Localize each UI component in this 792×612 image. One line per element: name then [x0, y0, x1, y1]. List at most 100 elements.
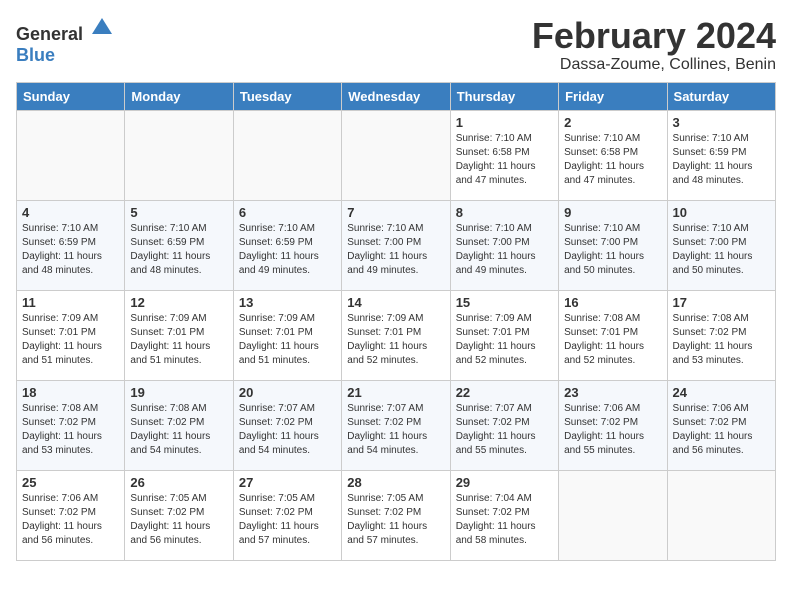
- day-cell: 4 Sunrise: 7:10 AM Sunset: 6:59 PM Daylig…: [17, 200, 125, 290]
- week-row-3: 11 Sunrise: 7:09 AM Sunset: 7:01 PM Dayli…: [17, 290, 776, 380]
- day-info: Sunrise: 7:08 AM Sunset: 7:02 PM Dayligh…: [673, 312, 770, 368]
- day-header-sunday: Sunday: [17, 82, 125, 110]
- week-row-2: 4 Sunrise: 7:10 AM Sunset: 6:59 PM Daylig…: [17, 200, 776, 290]
- day-cell: 2Sunrise: 7:10 AM Sunset: 6:58 PM Daylig…: [559, 110, 667, 200]
- calendar-table: SundayMondayTuesdayWednesdayThursdayFrid…: [16, 82, 776, 561]
- day-number: 9: [564, 205, 661, 220]
- day-number: 4: [22, 205, 119, 220]
- day-number: 10: [673, 205, 770, 220]
- day-info: Sunrise: 7:09 AM Sunset: 7:01 PM Dayligh…: [130, 312, 227, 368]
- day-number: 17: [673, 295, 770, 310]
- day-cell: 26 Sunrise: 7:05 AM Sunset: 7:02 PM Dayli…: [125, 470, 233, 560]
- day-info: Sunrise: 7:10 AM Sunset: 6:59 PM Dayligh…: [673, 132, 770, 188]
- day-cell: 17 Sunrise: 7:08 AM Sunset: 7:02 PM Dayli…: [667, 290, 775, 380]
- day-cell: 11 Sunrise: 7:09 AM Sunset: 7:01 PM Dayli…: [17, 290, 125, 380]
- day-cell: 22 Sunrise: 7:07 AM Sunset: 7:02 PM Dayli…: [450, 380, 558, 470]
- week-row-5: 25Sunrise: 7:06 AM Sunset: 7:02 PM Dayli…: [17, 470, 776, 560]
- day-info: Sunrise: 7:06 AM Sunset: 7:02 PM Dayligh…: [564, 402, 661, 458]
- day-cell: 29 Sunrise: 7:04 AM Sunset: 7:02 PM Dayli…: [450, 470, 558, 560]
- day-info: Sunrise: 7:10 AM Sunset: 6:59 PM Dayligh…: [22, 222, 119, 278]
- day-cell: 14 Sunrise: 7:09 AM Sunset: 7:01 PM Dayli…: [342, 290, 450, 380]
- day-info: Sunrise: 7:10 AM Sunset: 7:00 PM Dayligh…: [673, 222, 770, 278]
- day-cell: 23 Sunrise: 7:06 AM Sunset: 7:02 PM Dayli…: [559, 380, 667, 470]
- day-info: Sunrise: 7:07 AM Sunset: 7:02 PM Dayligh…: [347, 402, 444, 458]
- day-number: 29: [456, 475, 553, 490]
- day-cell: 12 Sunrise: 7:09 AM Sunset: 7:01 PM Dayli…: [125, 290, 233, 380]
- header: General Blue February 2024 Dassa-Zoume, …: [16, 16, 776, 74]
- day-header-friday: Friday: [559, 82, 667, 110]
- logo-text: General Blue: [16, 16, 114, 66]
- day-info: Sunrise: 7:04 AM Sunset: 7:02 PM Dayligh…: [456, 492, 553, 548]
- day-cell: 20Sunrise: 7:07 AM Sunset: 7:02 PM Dayli…: [233, 380, 341, 470]
- day-number: 19: [130, 385, 227, 400]
- day-number: 24: [673, 385, 770, 400]
- day-number: 11: [22, 295, 119, 310]
- day-info: Sunrise: 7:10 AM Sunset: 6:59 PM Dayligh…: [130, 222, 227, 278]
- day-number: 20: [239, 385, 336, 400]
- day-number: 22: [456, 385, 553, 400]
- day-number: 14: [347, 295, 444, 310]
- logo-general: General: [16, 24, 83, 44]
- day-cell: [17, 110, 125, 200]
- calendar-subtitle: Dassa-Zoume, Collines, Benin: [532, 56, 776, 74]
- day-info: Sunrise: 7:05 AM Sunset: 7:02 PM Dayligh…: [347, 492, 444, 548]
- day-number: 28: [347, 475, 444, 490]
- day-cell: 15 Sunrise: 7:09 AM Sunset: 7:01 PM Dayli…: [450, 290, 558, 380]
- day-number: 13: [239, 295, 336, 310]
- day-number: 5: [130, 205, 227, 220]
- day-header-thursday: Thursday: [450, 82, 558, 110]
- day-info: Sunrise: 7:10 AM Sunset: 7:00 PM Dayligh…: [347, 222, 444, 278]
- day-number: 6: [239, 205, 336, 220]
- day-info: Sunrise: 7:08 AM Sunset: 7:02 PM Dayligh…: [22, 402, 119, 458]
- day-number: 7: [347, 205, 444, 220]
- day-info: Sunrise: 7:09 AM Sunset: 7:01 PM Dayligh…: [347, 312, 444, 368]
- day-cell: 10 Sunrise: 7:10 AM Sunset: 7:00 PM Dayli…: [667, 200, 775, 290]
- day-info: Sunrise: 7:10 AM Sunset: 6:59 PM Dayligh…: [239, 222, 336, 278]
- day-info: Sunrise: 7:10 AM Sunset: 6:58 PM Dayligh…: [456, 132, 553, 188]
- day-info: Sunrise: 7:05 AM Sunset: 7:02 PM Dayligh…: [130, 492, 227, 548]
- day-info: Sunrise: 7:08 AM Sunset: 7:01 PM Dayligh…: [564, 312, 661, 368]
- day-number: 16: [564, 295, 661, 310]
- day-cell: 6 Sunrise: 7:10 AM Sunset: 6:59 PM Daylig…: [233, 200, 341, 290]
- day-header-tuesday: Tuesday: [233, 82, 341, 110]
- day-number: 25: [22, 475, 119, 490]
- day-cell: 24 Sunrise: 7:06 AM Sunset: 7:02 PM Dayli…: [667, 380, 775, 470]
- day-cell: 13 Sunrise: 7:09 AM Sunset: 7:01 PM Dayli…: [233, 290, 341, 380]
- day-number: 23: [564, 385, 661, 400]
- day-cell: 18 Sunrise: 7:08 AM Sunset: 7:02 PM Dayli…: [17, 380, 125, 470]
- day-cell: [125, 110, 233, 200]
- day-info: Sunrise: 7:09 AM Sunset: 7:01 PM Dayligh…: [456, 312, 553, 368]
- day-cell: 25Sunrise: 7:06 AM Sunset: 7:02 PM Dayli…: [17, 470, 125, 560]
- day-number: 12: [130, 295, 227, 310]
- day-cell: 7 Sunrise: 7:10 AM Sunset: 7:00 PM Daylig…: [342, 200, 450, 290]
- days-header-row: SundayMondayTuesdayWednesdayThursdayFrid…: [17, 82, 776, 110]
- day-info: Sunrise: 7:07 AM Sunset: 7:02 PM Dayligh…: [456, 402, 553, 458]
- day-header-saturday: Saturday: [667, 82, 775, 110]
- day-cell: [342, 110, 450, 200]
- day-number: 15: [456, 295, 553, 310]
- day-cell: [559, 470, 667, 560]
- day-info: Sunrise: 7:09 AM Sunset: 7:01 PM Dayligh…: [22, 312, 119, 368]
- day-number: 2: [564, 115, 661, 130]
- day-info: Sunrise: 7:09 AM Sunset: 7:01 PM Dayligh…: [239, 312, 336, 368]
- day-cell: 28 Sunrise: 7:05 AM Sunset: 7:02 PM Dayli…: [342, 470, 450, 560]
- day-cell: 3 Sunrise: 7:10 AM Sunset: 6:59 PM Daylig…: [667, 110, 775, 200]
- day-cell: 9 Sunrise: 7:10 AM Sunset: 7:00 PM Daylig…: [559, 200, 667, 290]
- day-info: Sunrise: 7:10 AM Sunset: 7:00 PM Dayligh…: [564, 222, 661, 278]
- day-number: 27: [239, 475, 336, 490]
- day-number: 26: [130, 475, 227, 490]
- logo-blue: Blue: [16, 45, 55, 65]
- day-cell: [667, 470, 775, 560]
- day-header-monday: Monday: [125, 82, 233, 110]
- day-number: 3: [673, 115, 770, 130]
- day-cell: 21 Sunrise: 7:07 AM Sunset: 7:02 PM Dayli…: [342, 380, 450, 470]
- day-number: 18: [22, 385, 119, 400]
- day-info: Sunrise: 7:06 AM Sunset: 7:02 PM Dayligh…: [673, 402, 770, 458]
- calendar-title: February 2024: [532, 16, 776, 56]
- day-cell: 19Sunrise: 7:08 AM Sunset: 7:02 PM Dayli…: [125, 380, 233, 470]
- day-header-wednesday: Wednesday: [342, 82, 450, 110]
- day-cell: 1Sunrise: 7:10 AM Sunset: 6:58 PM Daylig…: [450, 110, 558, 200]
- day-cell: 16 Sunrise: 7:08 AM Sunset: 7:01 PM Dayli…: [559, 290, 667, 380]
- day-number: 21: [347, 385, 444, 400]
- day-info: Sunrise: 7:10 AM Sunset: 7:00 PM Dayligh…: [456, 222, 553, 278]
